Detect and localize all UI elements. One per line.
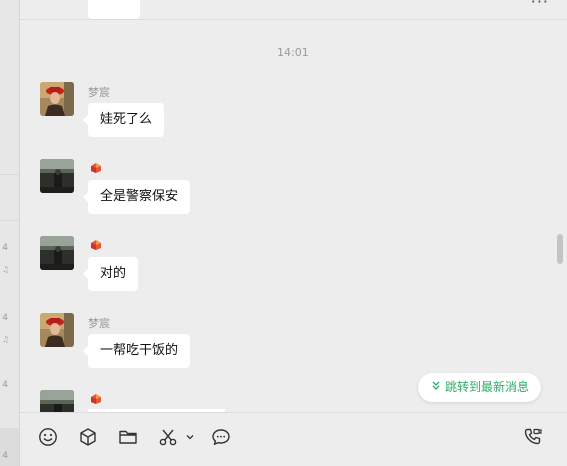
list-time-fragment: 4 bbox=[2, 380, 8, 390]
input-toolbar bbox=[20, 413, 567, 466]
chat-scrollbar[interactable] bbox=[557, 234, 563, 264]
avatar[interactable] bbox=[40, 159, 74, 193]
message-bubble[interactable]: 娃死了么 bbox=[82, 103, 165, 137]
mute-icon: ♫ bbox=[2, 335, 10, 344]
avatar[interactable] bbox=[40, 82, 74, 116]
chevron-down-icon[interactable] bbox=[183, 426, 197, 448]
jump-to-latest-button[interactable]: 跳转到最新消息 bbox=[418, 373, 541, 402]
sender-logo-icon bbox=[91, 240, 101, 250]
list-divider bbox=[0, 220, 19, 221]
phone-video-icon[interactable] bbox=[522, 426, 544, 448]
avatar-red-hat-icon bbox=[40, 82, 74, 116]
avatar-dark-street-icon bbox=[40, 390, 74, 412]
folder-icon[interactable] bbox=[117, 426, 139, 448]
jump-to-latest-label: 跳转到最新消息 bbox=[445, 380, 530, 394]
header-divider bbox=[20, 19, 567, 20]
toolbar-divider bbox=[20, 412, 567, 413]
chat-bubble-icon[interactable] bbox=[210, 426, 232, 448]
avatar[interactable] bbox=[40, 313, 74, 347]
mute-icon: ♫ bbox=[2, 265, 10, 274]
list-time-fragment: 4 bbox=[2, 313, 8, 323]
message-item: 对的 bbox=[40, 236, 240, 296]
message-bubble[interactable]: 对的 bbox=[82, 257, 139, 291]
avatar-red-hat-icon bbox=[40, 313, 74, 347]
message-item: 全是警察保安 bbox=[40, 159, 240, 219]
chat-list-strip[interactable]: 4 ♫ 4 ♫ 4 4 bbox=[0, 0, 20, 466]
avatar-dark-street-icon bbox=[40, 159, 74, 193]
sender-name: 梦宸 bbox=[88, 86, 110, 99]
previous-message-bubble bbox=[88, 0, 140, 19]
scissors-icon[interactable] bbox=[157, 426, 179, 448]
sender-logo-icon bbox=[91, 394, 101, 404]
sender-logo-icon bbox=[91, 163, 101, 173]
message-item: 梦宸 娃死了么 bbox=[40, 82, 240, 142]
double-chevron-down-icon bbox=[431, 374, 445, 403]
message-bubble[interactable]: 一帮吃干饭的 bbox=[82, 334, 191, 368]
avatar[interactable] bbox=[40, 390, 74, 412]
list-time-fragment: 4 bbox=[2, 243, 8, 253]
chat-timestamp: 14:01 bbox=[277, 46, 309, 59]
ellipsis-icon[interactable]: ··· bbox=[531, 0, 549, 11]
list-divider bbox=[0, 174, 19, 175]
emoji-icon[interactable] bbox=[37, 426, 59, 448]
list-time-fragment: 4 bbox=[2, 451, 8, 461]
message-item: 梦宸 一帮吃干饭的 bbox=[40, 313, 240, 373]
avatar[interactable] bbox=[40, 236, 74, 270]
cube-icon[interactable] bbox=[77, 426, 99, 448]
sender-name: 梦宸 bbox=[88, 317, 110, 330]
message-bubble[interactable]: 全是警察保安 bbox=[82, 180, 191, 214]
avatar-dark-street-icon bbox=[40, 236, 74, 270]
